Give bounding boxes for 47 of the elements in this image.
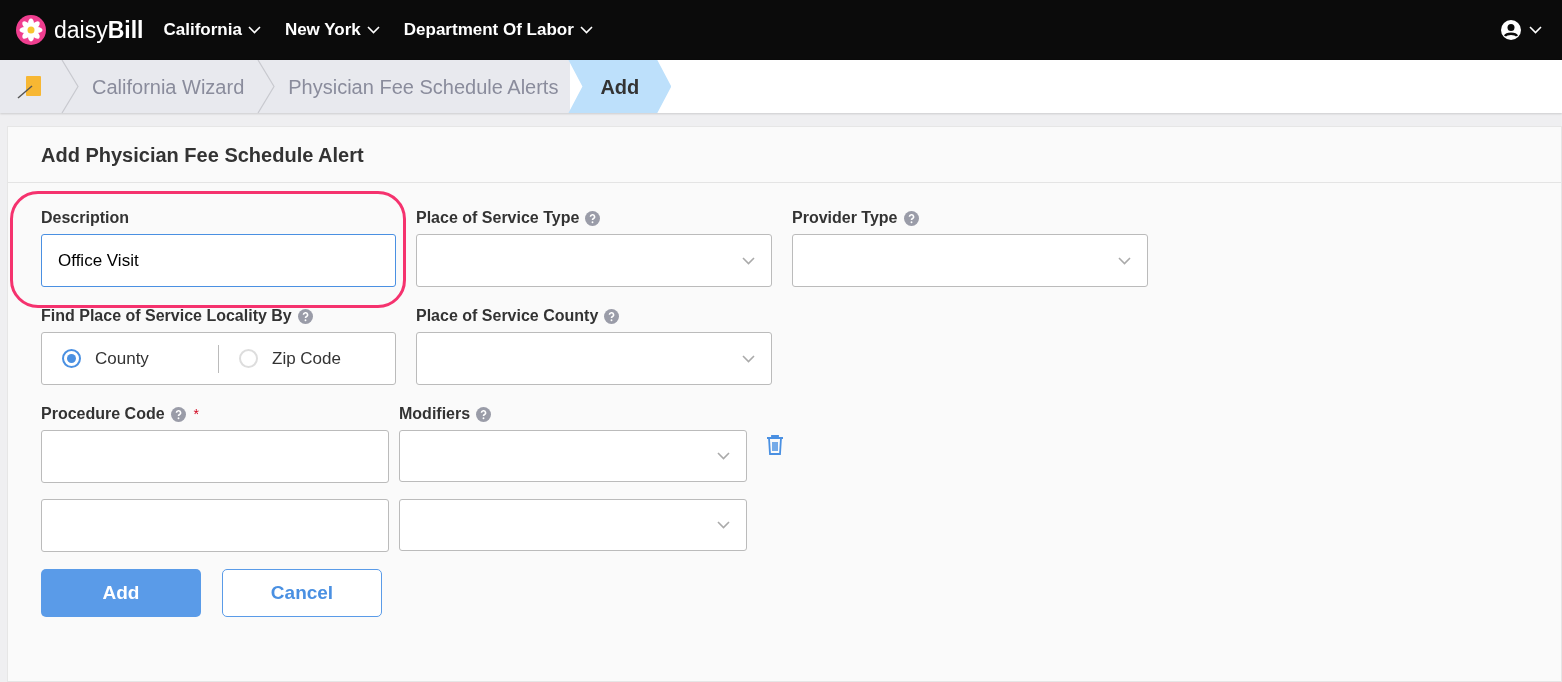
caret-icon [366, 26, 380, 34]
select-field[interactable] [416, 332, 772, 385]
select-field[interactable] [792, 234, 1148, 287]
caret-icon [579, 26, 593, 34]
help-icon[interactable] [476, 406, 492, 422]
field-label: Find Place of Service Locality By [41, 306, 292, 326]
radio-button[interactable] [62, 349, 81, 368]
field-label: Place of Service Type [416, 208, 580, 228]
select-field[interactable] [399, 499, 747, 551]
procedure-code-input[interactable] [41, 499, 389, 552]
breadcrumb-separator-icon [256, 60, 277, 113]
caret-icon [1529, 26, 1542, 34]
field-label: Place of Service County [416, 306, 599, 326]
caret-icon [247, 26, 261, 34]
field-label: Description [41, 208, 129, 228]
field-label: Procedure Code [41, 404, 165, 424]
select-field[interactable] [399, 430, 747, 482]
account-menu[interactable] [1501, 20, 1542, 40]
procedure-code-input[interactable] [41, 430, 389, 483]
caret-icon [1118, 256, 1131, 265]
help-icon[interactable] [170, 406, 186, 422]
breadcrumb-current[interactable]: Add [568, 60, 672, 113]
help-icon[interactable] [604, 308, 620, 324]
field-label: Provider Type [792, 208, 898, 228]
flower-logo-icon[interactable] [16, 15, 46, 45]
caret-icon [742, 354, 755, 363]
nav-menu[interactable]: California [163, 17, 261, 43]
help-icon[interactable] [585, 210, 601, 226]
required-mark: * [193, 404, 200, 424]
user-icon [1501, 20, 1521, 40]
help-icon[interactable] [297, 308, 313, 324]
trash-icon[interactable] [765, 434, 785, 456]
field-label: Modifiers [399, 404, 471, 424]
wizard-note-icon[interactable] [16, 73, 44, 100]
nav-menu[interactable]: New York [284, 17, 380, 43]
description-input[interactable]: Office Visit [41, 234, 396, 287]
select-field[interactable] [416, 234, 772, 287]
radio-option[interactable]: County [42, 345, 218, 372]
form-title: Add Physician Fee Schedule Alert [41, 142, 364, 168]
caret-icon [717, 521, 730, 529]
caret-icon [742, 256, 755, 265]
help-icon[interactable] [903, 210, 919, 226]
brand-name[interactable]: daisyBill [54, 12, 144, 48]
nav-menu[interactable]: Department Of Labor [403, 17, 593, 43]
caret-icon [717, 452, 730, 460]
breadcrumb-separator-icon [60, 60, 80, 113]
radio-option[interactable]: Zip Code [219, 345, 395, 372]
